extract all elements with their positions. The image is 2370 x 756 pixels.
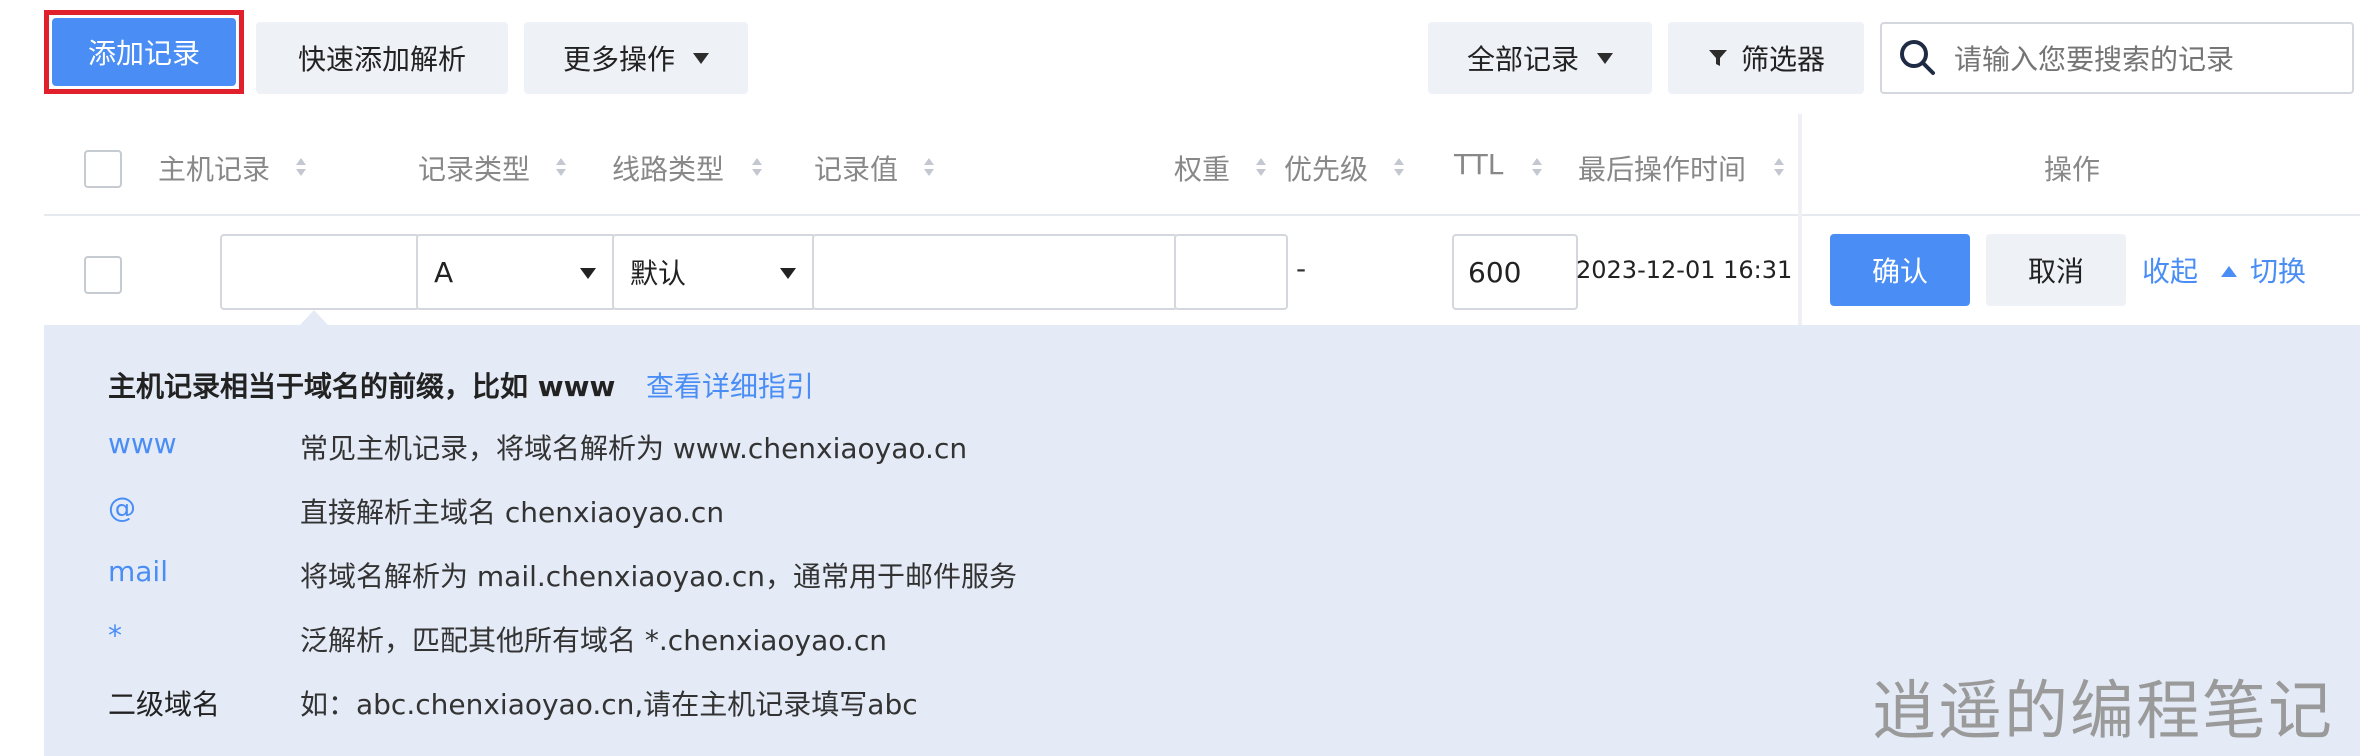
value-sort-icon[interactable] [922, 156, 934, 178]
host-sort-icon[interactable] [294, 156, 306, 178]
weight-column-header[interactable]: 权重 [1174, 148, 1230, 188]
value-column-header[interactable]: 记录值 [814, 148, 898, 188]
line-type-select[interactable]: 默认 [612, 234, 816, 310]
confirm-button[interactable]: 确认 [1830, 234, 1970, 306]
chevron-down-icon [693, 52, 709, 64]
line-sort-icon[interactable] [750, 156, 762, 178]
ttl-sort-icon[interactable] [1530, 156, 1542, 178]
filter-label: 筛选器 [1740, 43, 1825, 76]
hint-key-www: www [108, 427, 177, 460]
cancel-button[interactable]: 取消 [1986, 234, 2126, 306]
select-all-checkbox[interactable] [84, 150, 122, 188]
host-column-header[interactable]: 主机记录 [158, 148, 270, 188]
chevron-up-icon [2220, 266, 2237, 277]
last-modified-column-header[interactable]: 最后操作时间 [1578, 148, 1746, 188]
filter-icon [1708, 50, 1727, 66]
hint-key-at: @ [108, 491, 136, 524]
hint-pointer [300, 310, 328, 325]
hint-key-wildcard: * [108, 619, 122, 652]
ttl-input[interactable]: 600 [1452, 234, 1578, 310]
hint-desc-mail: 将域名解析为 mail.chenxiaoyao.cn，通常用于邮件服务 [300, 560, 1017, 593]
add-record-button[interactable]: 添加记录 [52, 18, 236, 86]
more-actions-dropdown[interactable]: 更多操作 [524, 22, 748, 94]
priority-column-header[interactable]: 优先级 [1284, 148, 1368, 188]
chevron-down-icon [1597, 52, 1613, 64]
search-input[interactable] [1952, 36, 2346, 82]
line-column-header[interactable]: 线路类型 [612, 148, 724, 188]
ttl-column-header[interactable]: TTL [1454, 148, 1503, 181]
search-box[interactable] [1880, 22, 2354, 94]
watermark: 逍遥的编程笔记 [1872, 675, 2334, 749]
hint-desc-wildcard: 泛解析，匹配其他所有域名 *.chenxiaoyao.cn [300, 624, 887, 657]
hint-desc-subdomain: 如：abc.chenxiaoyao.cn,请在主机记录填写abc [300, 688, 918, 721]
quick-add-button[interactable]: 快速添加解析 [256, 22, 508, 94]
priority-value: - [1296, 252, 1307, 285]
type-column-header[interactable]: 记录类型 [418, 148, 530, 188]
chevron-down-icon [780, 268, 796, 279]
quick-add-label: 快速添加解析 [297, 43, 466, 76]
search-icon [1900, 40, 1935, 75]
header-divider [44, 214, 2360, 216]
priority-sort-icon[interactable] [1392, 156, 1404, 178]
switch-link[interactable]: 切换 [2250, 250, 2306, 290]
hint-desc-at: 直接解析主域名 chenxiaoyao.cn [300, 496, 725, 529]
hint-title: 主机记录相当于域名的前缀，比如 www [108, 370, 616, 403]
actions-column-separator [1798, 114, 1802, 326]
host-record-input[interactable] [220, 234, 420, 310]
view-guide-link[interactable]: 查看详细指引 [646, 365, 814, 405]
filter-button[interactable]: 筛选器 [1668, 22, 1864, 94]
weight-input[interactable] [1174, 234, 1288, 310]
hint-key-subdomain: 二级域名 [108, 688, 221, 721]
chevron-down-icon [580, 268, 596, 279]
all-records-dropdown[interactable]: 全部记录 [1428, 22, 1652, 94]
all-records-label: 全部记录 [1466, 43, 1579, 76]
record-value-input[interactable] [812, 234, 1178, 310]
last-modified-time: 2023-12-01 16:31 [1576, 256, 1793, 284]
hint-key-mail: mail [108, 555, 168, 588]
record-type-select[interactable]: A [416, 234, 616, 310]
last-modified-sort-icon[interactable] [1772, 156, 1784, 178]
actions-column-header: 操作 [2044, 153, 2101, 186]
collapse-link[interactable]: 收起 [2142, 250, 2237, 290]
hint-desc-www: 常见主机记录，将域名解析为 www.chenxiaoyao.cn [300, 432, 968, 465]
more-actions-label: 更多操作 [562, 43, 675, 76]
weight-sort-icon[interactable] [1254, 156, 1266, 178]
row-checkbox[interactable] [84, 256, 122, 294]
collapse-label: 收起 [2142, 255, 2199, 288]
type-sort-icon[interactable] [554, 156, 566, 178]
